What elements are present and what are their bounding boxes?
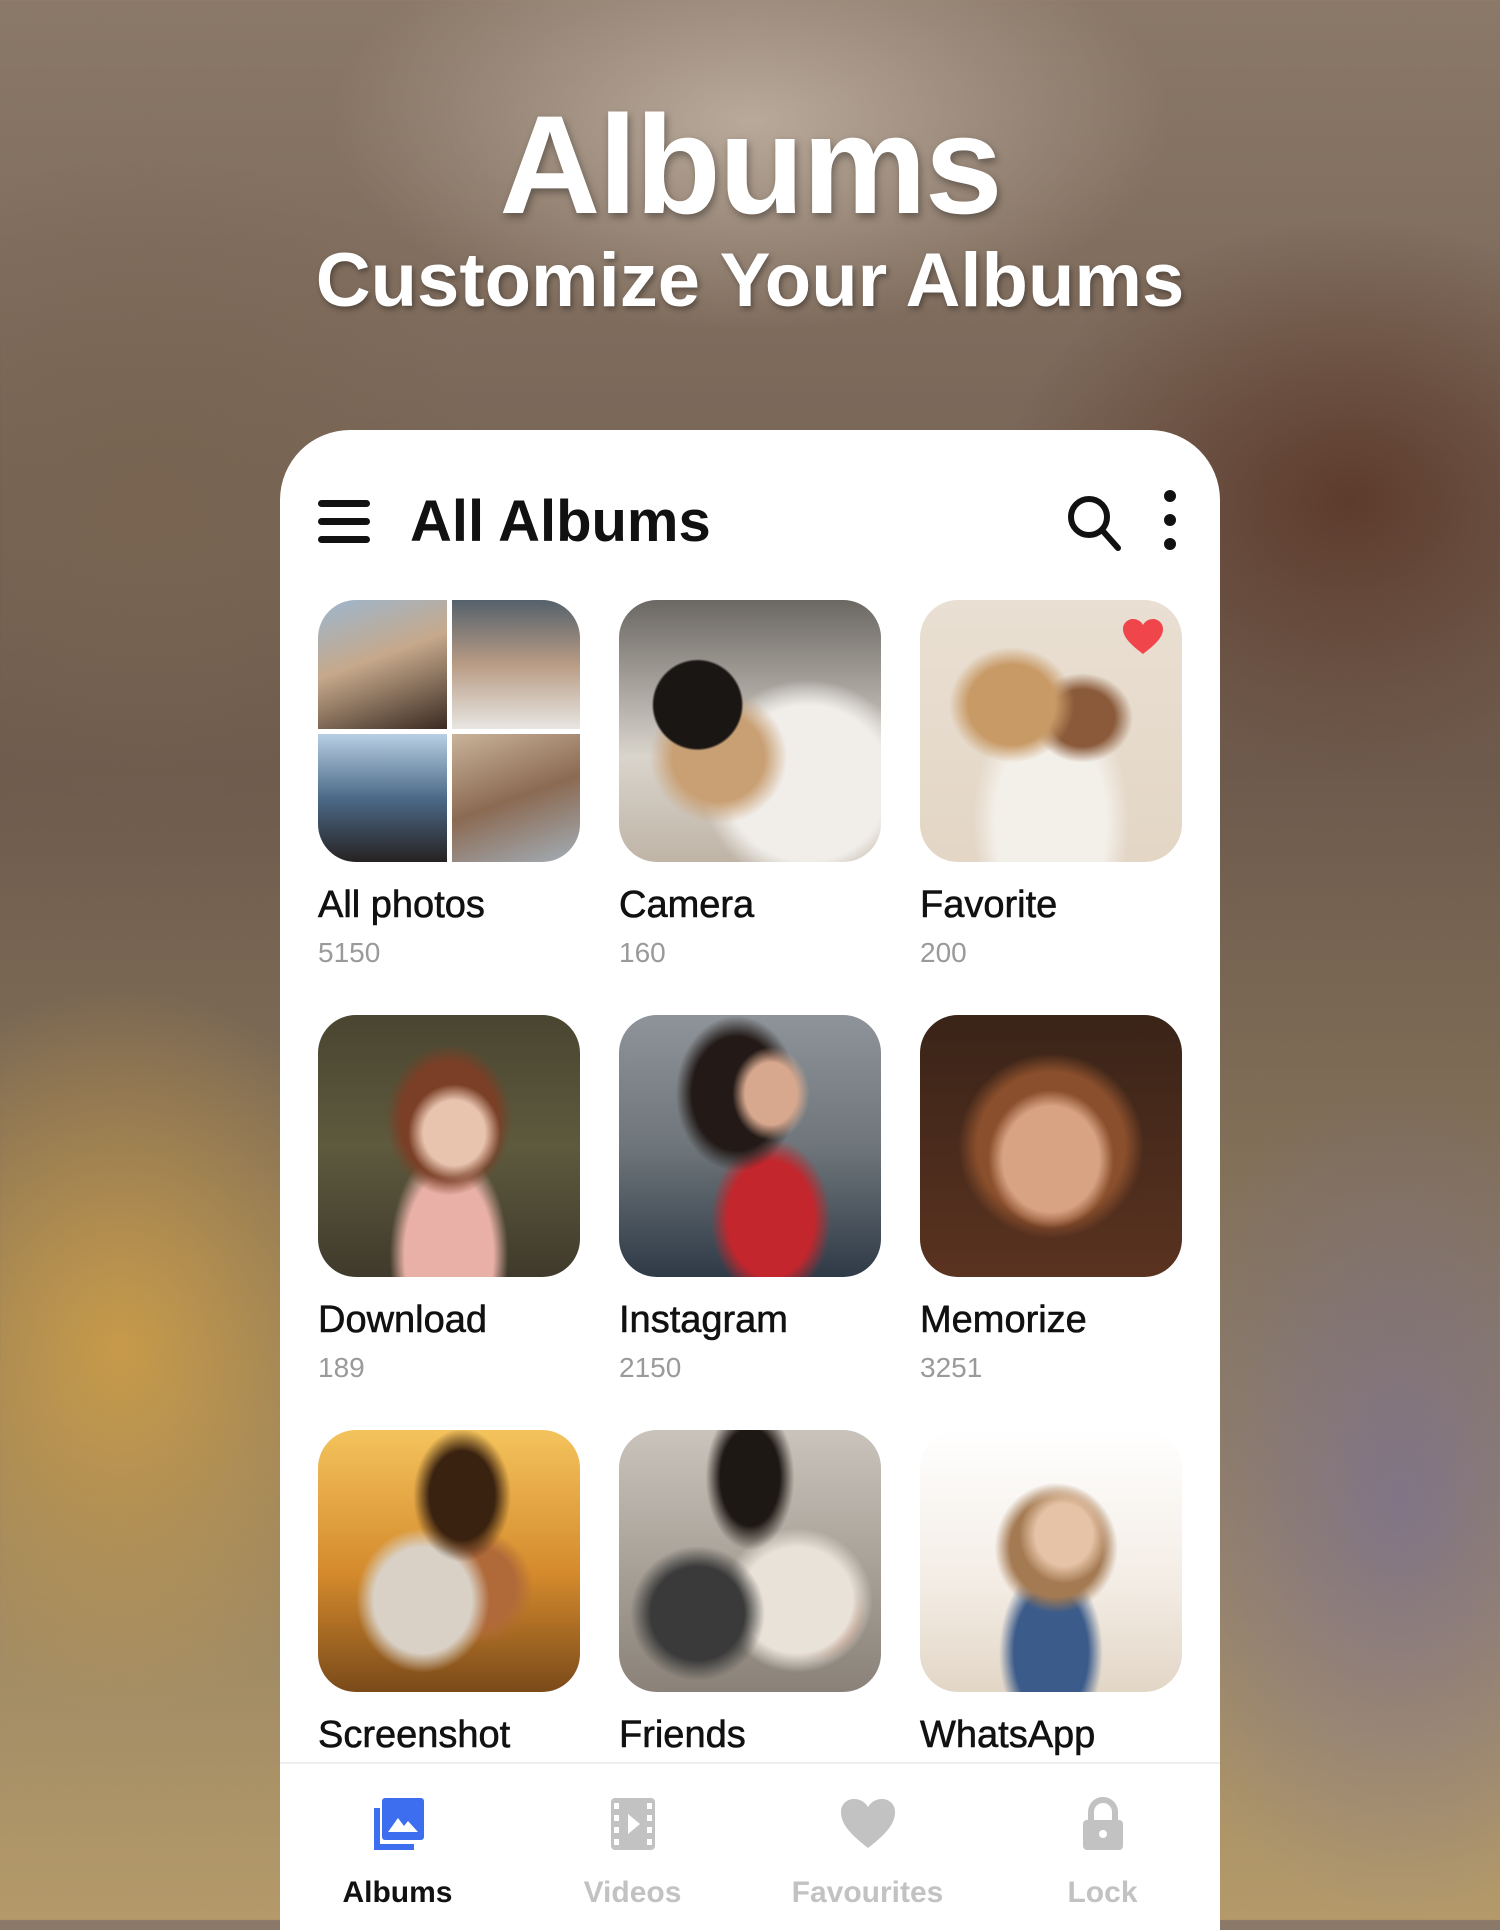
album-instagram[interactable]: Instagram 2150: [619, 1015, 881, 1384]
album-count: 200: [920, 937, 967, 968]
album-name: Friends: [619, 1714, 746, 1757]
album-name: Download: [318, 1299, 488, 1342]
album-thumbnail: [318, 1430, 580, 1692]
app-bar: All Albums: [280, 470, 1220, 570]
album-whatsapp[interactable]: WhatsApp: [920, 1430, 1182, 1757]
nav-videos[interactable]: Videos: [515, 1764, 750, 1930]
more-vertical-icon[interactable]: [1160, 490, 1180, 550]
nav-favourites[interactable]: Favourites: [750, 1764, 985, 1930]
album-name: Camera: [619, 884, 755, 927]
album-thumbnail: [920, 1430, 1182, 1692]
album-friends[interactable]: Friends: [619, 1430, 881, 1757]
album-thumbnail: [318, 1015, 580, 1277]
album-memorize[interactable]: Memorize 3251: [920, 1015, 1182, 1384]
album-thumbnail: [619, 1015, 881, 1277]
nav-label: Videos: [583, 1876, 682, 1909]
heart-icon: [840, 1799, 895, 1848]
album-name: Screenshot: [318, 1714, 511, 1757]
video-film-icon: [610, 1798, 655, 1850]
nav-albums[interactable]: Albums: [280, 1764, 515, 1930]
album-thumbnail: [920, 600, 1182, 862]
album-count: 2150: [619, 1352, 682, 1383]
nav-label: Albums: [342, 1876, 453, 1909]
album-thumbnail: [619, 600, 881, 862]
album-count: 189: [318, 1352, 365, 1383]
bottom-navigation: Albums Videos Favourites Lock: [280, 1762, 1220, 1930]
album-count: 160: [619, 937, 666, 968]
album-all-photos[interactable]: All photos 5150: [318, 600, 580, 969]
album-thumbnail: [920, 1015, 1182, 1277]
search-icon[interactable]: [1064, 492, 1124, 552]
album-download[interactable]: Download 189: [318, 1015, 580, 1384]
album-name: Favorite: [920, 884, 1058, 927]
album-screenshot[interactable]: Screenshot: [318, 1430, 580, 1757]
album-name: WhatsApp: [920, 1714, 1096, 1757]
album-favorite[interactable]: Favorite 200: [920, 600, 1182, 969]
album-count: 3251: [920, 1352, 983, 1383]
hamburger-menu-icon[interactable]: [318, 498, 370, 544]
phone-screen: All Albums All photos 5150 Camera 160 Fa…: [280, 430, 1220, 1930]
nav-lock[interactable]: Lock: [985, 1764, 1220, 1930]
page-title: All Albums: [410, 489, 711, 554]
promo-headline: Albums: [499, 86, 1002, 243]
album-thumbnail: [318, 600, 580, 862]
album-camera[interactable]: Camera 160: [619, 600, 881, 969]
lock-icon: [1082, 1797, 1123, 1850]
album-name: Instagram: [619, 1299, 789, 1342]
promo-subheadline: Customize Your Albums: [315, 238, 1185, 323]
album-name: Memorize: [920, 1299, 1087, 1342]
album-thumbnail: [619, 1430, 881, 1692]
nav-label: Favourites: [791, 1876, 944, 1909]
nav-label: Lock: [1067, 1876, 1138, 1909]
album-count: 5150: [318, 937, 381, 968]
album-name: All photos: [318, 884, 485, 927]
albums-icon: [373, 1798, 424, 1850]
heart-icon[interactable]: [1122, 618, 1164, 656]
